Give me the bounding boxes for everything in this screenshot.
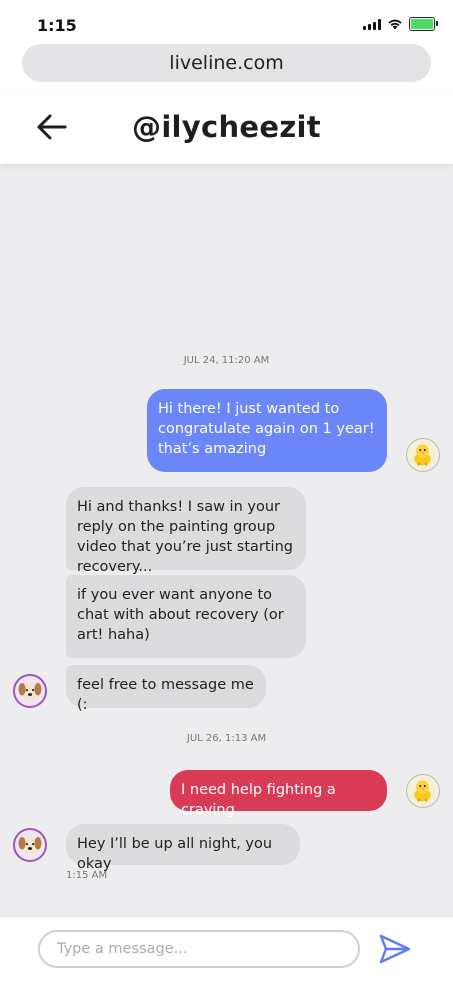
sent-message[interactable]: I need help fighting a craving	[170, 770, 387, 818]
signal-icon	[363, 18, 381, 30]
send-icon[interactable]	[378, 932, 412, 966]
message-input[interactable]	[38, 930, 360, 968]
received-message[interactable]: feel free to message me (:	[66, 665, 266, 713]
status-bar: 1:15	[0, 0, 453, 44]
battery-icon	[409, 17, 438, 31]
date-stamp: JUL 24, 11:20 AM	[183, 355, 270, 366]
received-message[interactable]: Hey I’ll be up all night, you okay	[66, 824, 300, 872]
puppy-avatar-icon	[13, 674, 47, 708]
puppy-avatar-icon	[13, 828, 47, 862]
status-icons	[363, 17, 438, 31]
page-title: @ilycheezit	[132, 110, 321, 144]
sent-message[interactable]: Hi there! I just wanted to congratulate …	[147, 389, 387, 472]
received-message[interactable]: if you ever want anyone to chat with abo…	[66, 575, 306, 658]
chick-avatar-icon	[406, 438, 440, 472]
message-time: 1:15 AM	[66, 870, 108, 881]
received-message[interactable]: Hi and thanks! I saw in your reply on th…	[66, 487, 306, 575]
status-time: 1:15	[37, 16, 77, 35]
message-composer	[0, 916, 453, 981]
chat-header: @ilycheezit	[0, 94, 453, 164]
date-stamp: JUL 26, 1:13 AM	[186, 733, 267, 744]
chick-avatar-icon	[406, 774, 440, 808]
wifi-icon	[388, 19, 402, 30]
browser-bar: liveline.com	[0, 44, 453, 94]
url-field[interactable]: liveline.com	[22, 44, 431, 82]
